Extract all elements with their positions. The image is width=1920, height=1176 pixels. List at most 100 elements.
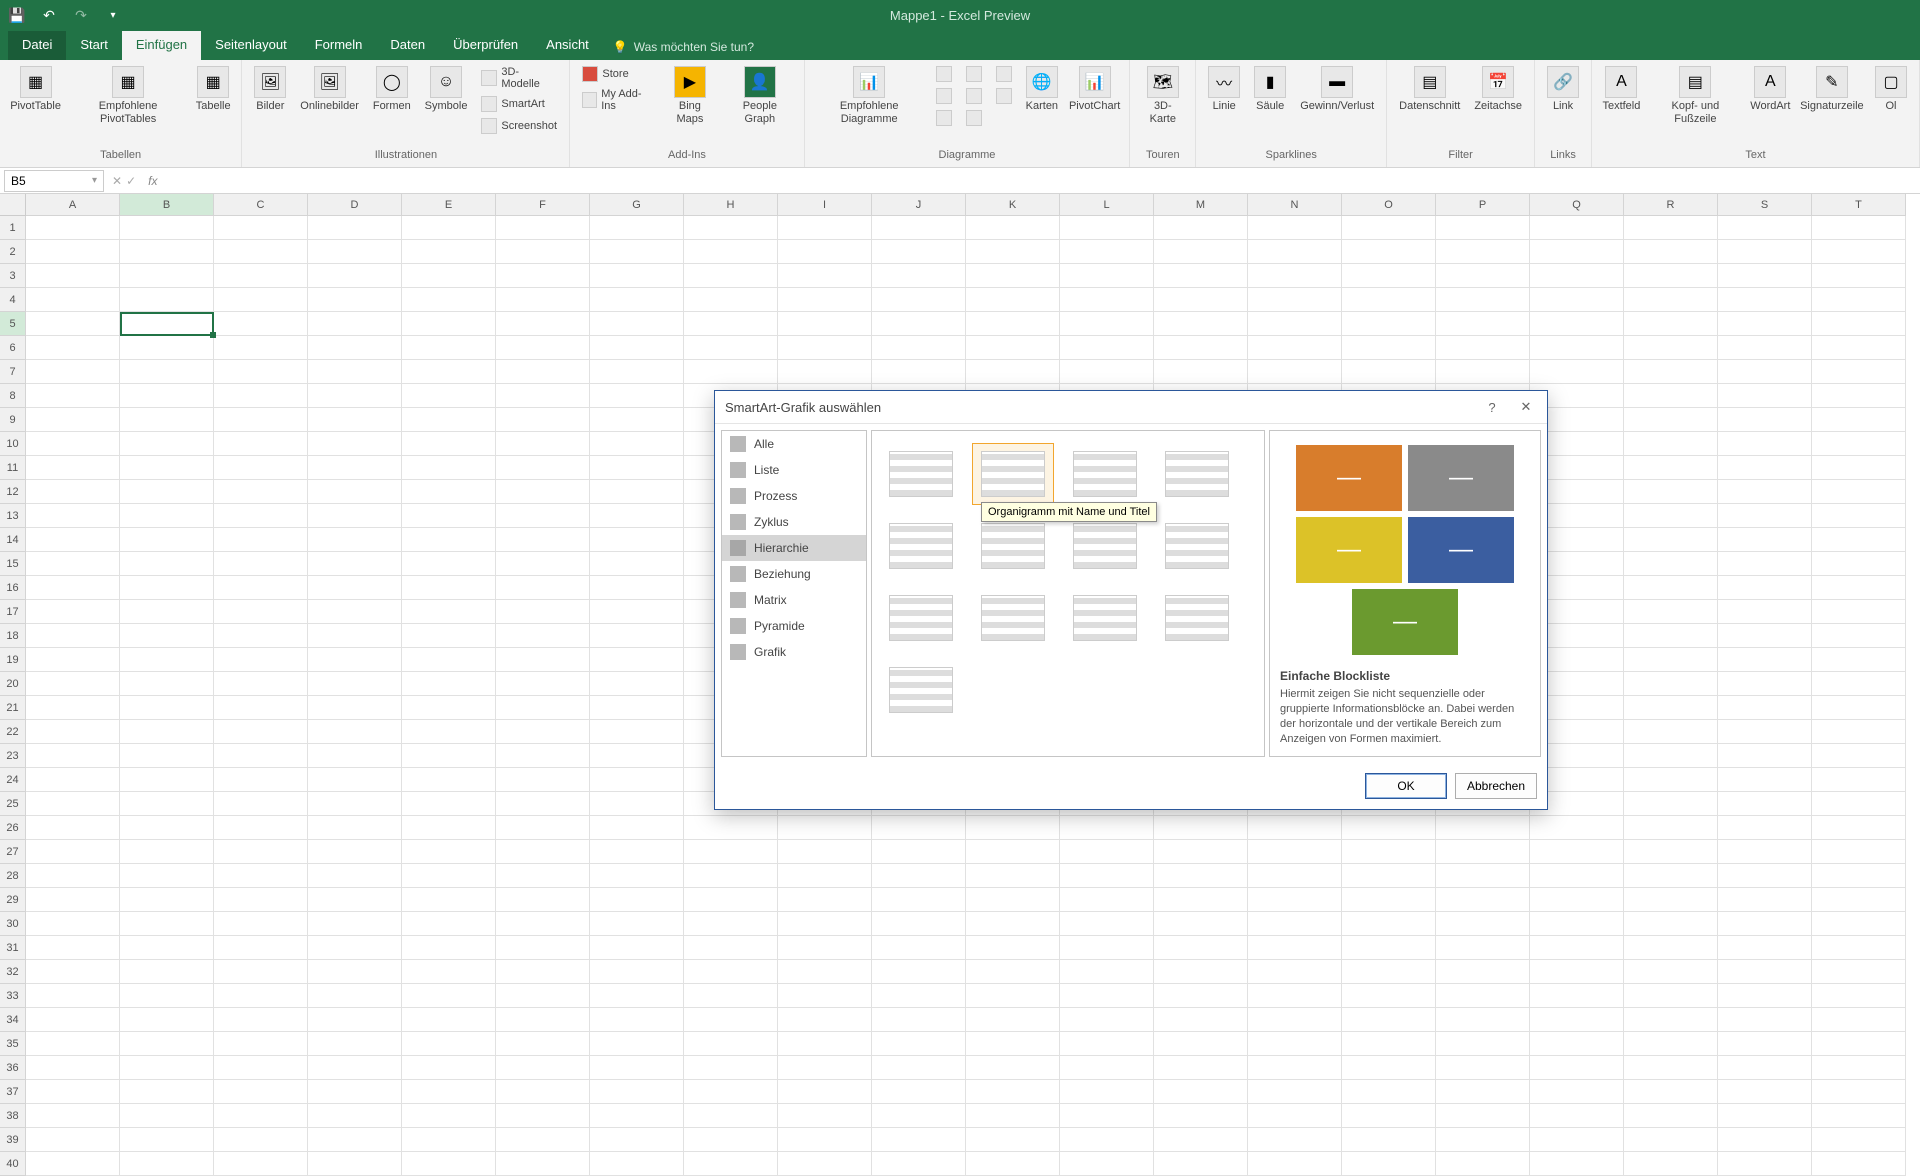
cell[interactable] — [1624, 1152, 1718, 1176]
cell[interactable] — [590, 1080, 684, 1104]
cell[interactable] — [872, 1080, 966, 1104]
cell[interactable] — [966, 1080, 1060, 1104]
category-liste[interactable]: Liste — [722, 457, 866, 483]
cell[interactable] — [1530, 1152, 1624, 1176]
cell[interactable] — [1624, 1104, 1718, 1128]
row-header-38[interactable]: 38 — [0, 1104, 26, 1128]
layout-option-7[interactable] — [1064, 515, 1146, 577]
cell[interactable] — [778, 1080, 872, 1104]
cell[interactable] — [1718, 1152, 1812, 1176]
cell[interactable] — [872, 1104, 966, 1128]
cell[interactable] — [120, 1080, 214, 1104]
cell[interactable] — [1436, 1080, 1530, 1104]
layout-option-3[interactable] — [1064, 443, 1146, 505]
layout-option-1[interactable] — [880, 443, 962, 505]
cell[interactable] — [1624, 1128, 1718, 1152]
cell[interactable] — [1812, 1128, 1906, 1152]
cell[interactable] — [966, 1104, 1060, 1128]
cell[interactable] — [1154, 1080, 1248, 1104]
cell[interactable] — [684, 1080, 778, 1104]
cell[interactable] — [308, 1104, 402, 1128]
category-beziehung[interactable]: Beziehung — [722, 561, 866, 587]
cell[interactable] — [1060, 1104, 1154, 1128]
layout-option-4[interactable] — [1156, 443, 1238, 505]
cell[interactable] — [120, 1128, 214, 1152]
layout-option-10[interactable] — [972, 587, 1054, 649]
cell[interactable] — [308, 1152, 402, 1176]
cell[interactable] — [1812, 1080, 1906, 1104]
cell[interactable] — [308, 1080, 402, 1104]
cell[interactable] — [1624, 1080, 1718, 1104]
category-grafik[interactable]: Grafik — [722, 639, 866, 665]
cell[interactable] — [120, 1104, 214, 1128]
cell[interactable] — [1342, 1128, 1436, 1152]
cell[interactable] — [590, 1104, 684, 1128]
cell[interactable] — [684, 1104, 778, 1128]
cell[interactable] — [1436, 1128, 1530, 1152]
ok-button[interactable]: OK — [1365, 773, 1447, 799]
cell[interactable] — [1248, 1152, 1342, 1176]
cell[interactable] — [1718, 1104, 1812, 1128]
cell[interactable] — [1248, 1080, 1342, 1104]
cell[interactable] — [1060, 1152, 1154, 1176]
cell[interactable] — [1060, 1080, 1154, 1104]
cell[interactable] — [684, 1152, 778, 1176]
cell[interactable] — [1530, 1128, 1624, 1152]
cancel-button[interactable]: Abbrechen — [1455, 773, 1537, 799]
cell[interactable] — [496, 1128, 590, 1152]
cell[interactable] — [1718, 1080, 1812, 1104]
cell[interactable] — [590, 1128, 684, 1152]
category-hierarchie[interactable]: Hierarchie — [722, 535, 866, 561]
category-prozess[interactable]: Prozess — [722, 483, 866, 509]
cell[interactable] — [1248, 1128, 1342, 1152]
layout-option-9[interactable] — [880, 587, 962, 649]
cell[interactable] — [26, 1104, 120, 1128]
cell[interactable] — [778, 1152, 872, 1176]
cell[interactable] — [1342, 1152, 1436, 1176]
cell[interactable] — [402, 1104, 496, 1128]
cell[interactable] — [966, 1152, 1060, 1176]
category-pyramide[interactable]: Pyramide — [722, 613, 866, 639]
layout-option-8[interactable] — [1156, 515, 1238, 577]
cell[interactable] — [26, 1080, 120, 1104]
cell[interactable] — [872, 1152, 966, 1176]
cell[interactable] — [778, 1104, 872, 1128]
row-header-40[interactable]: 40 — [0, 1152, 26, 1176]
cell[interactable] — [684, 1128, 778, 1152]
cell[interactable] — [402, 1128, 496, 1152]
cell[interactable] — [1530, 1080, 1624, 1104]
dialog-help-button[interactable]: ? — [1481, 396, 1503, 418]
cell[interactable] — [214, 1128, 308, 1152]
category-alle[interactable]: Alle — [722, 431, 866, 457]
cell[interactable] — [402, 1080, 496, 1104]
cell[interactable] — [26, 1152, 120, 1176]
row-header-39[interactable]: 39 — [0, 1128, 26, 1152]
cell[interactable] — [1060, 1128, 1154, 1152]
cell[interactable] — [120, 1152, 214, 1176]
cell[interactable] — [402, 1152, 496, 1176]
layout-option-13[interactable] — [880, 659, 962, 721]
cell[interactable] — [496, 1152, 590, 1176]
layout-option-12[interactable] — [1156, 587, 1238, 649]
layout-option-5[interactable] — [880, 515, 962, 577]
category-zyklus[interactable]: Zyklus — [722, 509, 866, 535]
cell[interactable] — [214, 1080, 308, 1104]
cell[interactable] — [496, 1104, 590, 1128]
row-header-37[interactable]: 37 — [0, 1080, 26, 1104]
category-matrix[interactable]: Matrix — [722, 587, 866, 613]
cell[interactable] — [778, 1128, 872, 1152]
cell[interactable] — [214, 1152, 308, 1176]
cell[interactable] — [1154, 1128, 1248, 1152]
cell[interactable] — [1812, 1152, 1906, 1176]
layout-option-2[interactable]: Organigramm mit Name und Titel — [972, 443, 1054, 505]
cell[interactable] — [1812, 1104, 1906, 1128]
cell[interactable] — [1154, 1104, 1248, 1128]
cell[interactable] — [1154, 1152, 1248, 1176]
cell[interactable] — [1248, 1104, 1342, 1128]
layout-option-6[interactable] — [972, 515, 1054, 577]
cell[interactable] — [1718, 1128, 1812, 1152]
cell[interactable] — [496, 1080, 590, 1104]
cell[interactable] — [26, 1128, 120, 1152]
cell[interactable] — [214, 1104, 308, 1128]
dialog-close-button[interactable]: ✕ — [1515, 396, 1537, 418]
